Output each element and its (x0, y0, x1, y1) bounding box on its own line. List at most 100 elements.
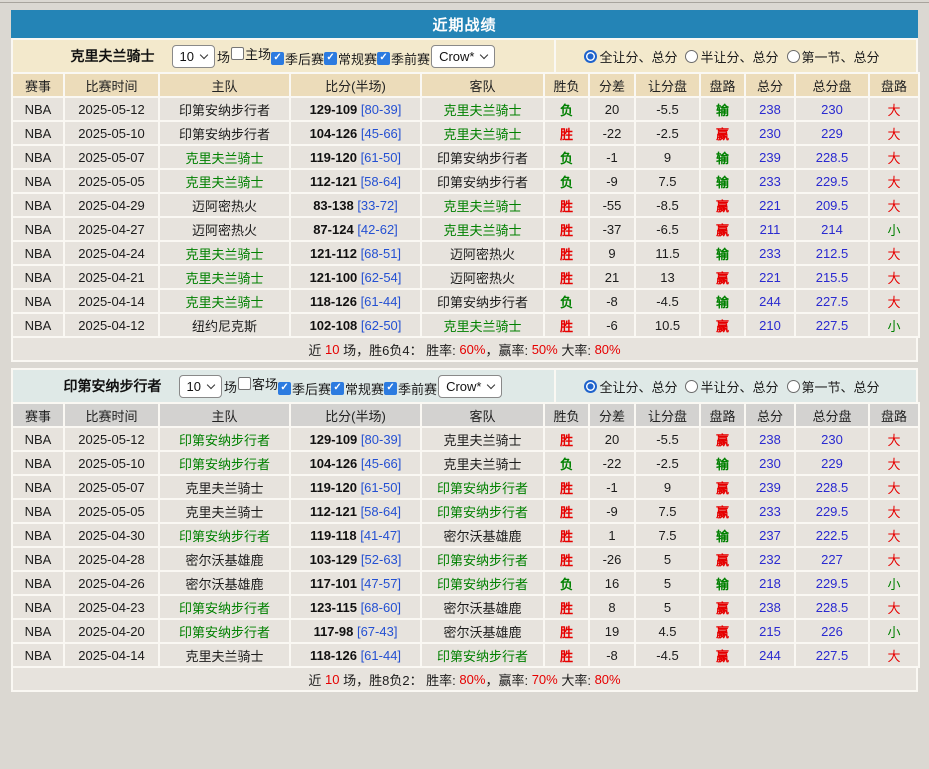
checkbox-checked-icon[interactable]: ✓ (377, 52, 390, 65)
chevron-down-icon (480, 50, 488, 58)
odds-type-radio[interactable]: 第一节、总分 (787, 377, 880, 396)
away-team-cell: 印第安纳步行者 (421, 547, 544, 571)
checkbox-checked-icon[interactable]: ✓ (331, 382, 344, 395)
team2-games-count-select[interactable]: 10 (179, 375, 222, 398)
result-cell: 胜 (544, 595, 589, 619)
col-total-line: 总分盘 (795, 73, 869, 97)
filter-checkbox[interactable]: ✓季后赛 (271, 49, 324, 68)
filter-label: 客场 (252, 374, 278, 393)
handicap-result-cell: 赢 (700, 619, 745, 643)
score-cell: 112-121 [58-64] (290, 169, 421, 193)
summary-stat-value: 80% (459, 672, 485, 687)
result-cell: 负 (544, 289, 589, 313)
col-result: 胜负 (544, 73, 589, 97)
games-suffix-label: 场 (224, 377, 237, 396)
col-handicap-result: 盘路 (700, 403, 745, 427)
total-line-cell: 227.5 (795, 289, 869, 313)
total-points-cell: 221 (745, 265, 795, 289)
team2-odds-type-radios: 全让分、总分半让分、总分第一节、总分 (556, 370, 916, 402)
col-over-under: 盘路 (869, 73, 919, 97)
match-row: NBA2025-04-23印第安纳步行者123-115 [68-60]密尔沃基雄… (12, 595, 919, 619)
filter-checkbox[interactable]: ✓季前赛 (384, 379, 437, 398)
checkbox-checked-icon[interactable]: ✓ (324, 52, 337, 65)
score-cell: 118-126 [61-44] (290, 643, 421, 667)
radio-unselected-icon[interactable] (685, 380, 698, 393)
date-cell: 2025-04-12 (64, 313, 159, 337)
summary-stat-value: 10 (325, 672, 339, 687)
team2-filter-checkboxes: 客场✓季后赛✓常规赛✓季前赛 (238, 374, 437, 398)
checkbox-checked-icon[interactable]: ✓ (278, 382, 291, 395)
point-diff-cell: -22 (589, 451, 635, 475)
home-team-cell: 克里夫兰骑士 (159, 265, 290, 289)
filter-checkbox[interactable]: 客场 (238, 374, 278, 393)
total-line-cell: 227.5 (795, 643, 869, 667)
radio-unselected-icon[interactable] (685, 50, 698, 63)
handicap-result-cell: 赢 (700, 475, 745, 499)
checkbox-checked-icon[interactable]: ✓ (271, 52, 284, 65)
filter-checkbox[interactable]: ✓季前赛 (377, 49, 430, 68)
filter-checkbox[interactable]: ✓常规赛 (324, 49, 377, 68)
handicap-cell: -2.5 (635, 451, 700, 475)
col-date: 比赛时间 (64, 403, 159, 427)
over-under-cell: 大 (869, 499, 919, 523)
total-points-cell: 215 (745, 619, 795, 643)
filter-checkbox[interactable]: 主场 (231, 44, 271, 63)
home-team-cell: 克里夫兰骑士 (159, 643, 290, 667)
team1-filter-bar: 克里夫兰骑士 10 场 主场✓季后赛✓常规赛✓季前赛 Crow* 全让分、总分半… (11, 38, 918, 72)
summary-stat-value: 70% (532, 672, 558, 687)
date-cell: 2025-04-30 (64, 523, 159, 547)
score-cell: 83-138 [33-72] (290, 193, 421, 217)
home-team-cell: 迈阿密热火 (159, 193, 290, 217)
match-row: NBA2025-04-27迈阿密热火87-124 [42-62]克里夫兰骑士胜-… (12, 217, 919, 241)
filter-checkbox[interactable]: ✓季后赛 (278, 379, 331, 398)
date-cell: 2025-05-07 (64, 145, 159, 169)
filter-label: 季前赛 (398, 379, 437, 398)
radio-unselected-icon[interactable] (787, 50, 800, 63)
team2-name: 印第安纳步行者 (64, 376, 162, 396)
odds-type-radio[interactable]: 半让分、总分 (685, 377, 778, 396)
col-handicap: 让分盘 (635, 73, 700, 97)
league-cell: NBA (12, 451, 64, 475)
odds-type-radio[interactable]: 第一节、总分 (787, 47, 880, 66)
handicap-cell: -8.5 (635, 193, 700, 217)
score-cell: 102-108 [62-50] (290, 313, 421, 337)
over-under-cell: 大 (869, 169, 919, 193)
summary-stat-value: 60% (459, 342, 485, 357)
radio-selected-icon[interactable] (584, 50, 597, 63)
league-cell: NBA (12, 499, 64, 523)
radio-label: 全让分、总分 (599, 47, 677, 66)
odds-type-radio[interactable]: 半让分、总分 (685, 47, 778, 66)
team2-bookmaker-select[interactable]: Crow* (438, 375, 502, 398)
score-cell: 112-121 [58-64] (290, 499, 421, 523)
radio-unselected-icon[interactable] (787, 380, 800, 393)
radio-selected-icon[interactable] (584, 380, 597, 393)
point-diff-cell: -6 (589, 313, 635, 337)
checkbox-checked-icon[interactable]: ✓ (384, 382, 397, 395)
match-row: NBA2025-04-21克里夫兰骑士121-100 [62-54]迈阿密热火胜… (12, 265, 919, 289)
point-diff-cell: -1 (589, 145, 635, 169)
total-line-cell: 229.5 (795, 499, 869, 523)
result-cell: 胜 (544, 121, 589, 145)
point-diff-cell: -9 (589, 499, 635, 523)
handicap-cell: 11.5 (635, 241, 700, 265)
handicap-result-cell: 输 (700, 451, 745, 475)
team1-bookmaker-select[interactable]: Crow* (431, 45, 495, 68)
result-cell: 胜 (544, 427, 589, 451)
chevron-down-icon (200, 50, 208, 58)
checkbox-unchecked-icon[interactable] (231, 47, 244, 60)
result-cell: 胜 (544, 643, 589, 667)
chevron-down-icon (487, 380, 495, 388)
date-cell: 2025-04-20 (64, 619, 159, 643)
odds-type-radio[interactable]: 全让分、总分 (584, 377, 677, 396)
col-score: 比分(半场) (290, 403, 421, 427)
away-team-cell: 印第安纳步行者 (421, 145, 544, 169)
point-diff-cell: 19 (589, 619, 635, 643)
checkbox-unchecked-icon[interactable] (238, 377, 251, 390)
team1-games-count-select[interactable]: 10 (172, 45, 215, 68)
match-row: NBA2025-04-29迈阿密热火83-138 [33-72]克里夫兰骑士胜-… (12, 193, 919, 217)
filter-checkbox[interactable]: ✓常规赛 (331, 379, 384, 398)
odds-type-radio[interactable]: 全让分、总分 (584, 47, 677, 66)
result-cell: 胜 (544, 265, 589, 289)
summary-text: ，赢率: (485, 340, 531, 359)
over-under-cell: 大 (869, 595, 919, 619)
